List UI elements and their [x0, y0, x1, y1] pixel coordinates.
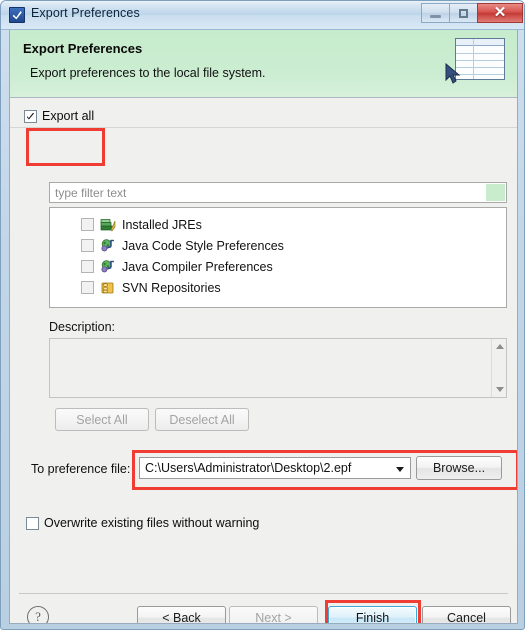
next-button[interactable]: Next > [229, 606, 318, 623]
filter-field[interactable]: type filter text [49, 182, 507, 203]
window-app-icon [9, 7, 25, 23]
cancel-button[interactable]: Cancel [422, 606, 511, 623]
maximize-button[interactable] [449, 3, 477, 23]
window-controls: ✕ [421, 3, 523, 23]
browse-button[interactable]: Browse... [416, 456, 502, 480]
tree-item-checkbox[interactable] [81, 260, 94, 273]
preferences-tree[interactable]: Installed JREs Java Code Style Preferenc… [49, 207, 507, 308]
section-divider [10, 127, 517, 128]
scroll-down-icon[interactable] [496, 387, 504, 392]
overwrite-label: Overwrite existing files without warning [44, 516, 260, 530]
back-button[interactable]: < Back [137, 606, 226, 623]
java-prefs-icon [100, 259, 116, 275]
tree-item-label: Installed JREs [122, 217, 202, 232]
deselect-all-button[interactable]: Deselect All [155, 408, 249, 431]
close-button[interactable]: ✕ [477, 3, 523, 23]
export-all-label: Export all [42, 109, 95, 123]
filter-clear-swatch[interactable] [486, 184, 505, 201]
annotation-export-all [26, 128, 105, 166]
overwrite-row[interactable]: Overwrite existing files without warning [26, 516, 259, 530]
export-all-row[interactable]: Export all [24, 109, 94, 123]
dialog-client-area: Export Preferences Export preferences to… [9, 30, 518, 624]
tree-item-checkbox[interactable] [81, 218, 94, 231]
title-bar: Export Preferences ✕ [1, 1, 524, 30]
description-box[interactable] [49, 338, 507, 398]
help-icon[interactable]: ? [27, 606, 49, 623]
export-spreadsheet-icon [445, 36, 507, 86]
dialog-window: Export Preferences ✕ Export Preferences … [0, 0, 525, 630]
jre-books-icon [100, 217, 116, 233]
tree-item-checkbox[interactable] [81, 239, 94, 252]
wizard-banner-title: Export Preferences [23, 41, 143, 56]
java-prefs-icon [100, 238, 116, 254]
tree-item-label: Java Code Style Preferences [122, 238, 284, 253]
close-icon: ✕ [493, 4, 507, 21]
svn-repository-icon [100, 280, 116, 296]
filter-input-placeholder[interactable]: type filter text [55, 186, 126, 200]
wizard-banner: Export Preferences Export preferences to… [10, 30, 517, 98]
export-all-checkbox[interactable] [24, 109, 37, 123]
preference-file-combo[interactable]: C:\Users\Administrator\Desktop\2.epf [139, 457, 411, 479]
wizard-banner-subtitle: Export preferences to the local file sys… [30, 66, 266, 80]
chevron-down-icon[interactable] [396, 467, 404, 472]
preference-file-value: C:\Users\Administrator\Desktop\2.epf [145, 461, 352, 475]
footer-separator [19, 593, 508, 594]
select-all-button[interactable]: Select All [55, 408, 149, 431]
tree-item[interactable]: SVN Repositories [50, 277, 506, 298]
preference-file-label: To preference file: [31, 462, 131, 476]
tree-item-checkbox[interactable] [81, 281, 94, 294]
tree-item[interactable]: Java Code Style Preferences [50, 235, 506, 256]
tree-item[interactable]: Installed JREs [50, 214, 506, 235]
overwrite-checkbox[interactable] [26, 516, 39, 530]
minimize-button[interactable] [421, 3, 449, 23]
tree-item[interactable]: Java Compiler Preferences [50, 256, 506, 277]
description-label: Description: [49, 320, 115, 334]
tree-item-label: SVN Repositories [122, 280, 221, 295]
window-title: Export Preferences [31, 6, 140, 20]
scroll-up-icon[interactable] [496, 344, 504, 349]
description-scrollbar[interactable] [491, 339, 506, 397]
tree-item-label: Java Compiler Preferences [122, 259, 273, 274]
finish-button[interactable]: Finish [328, 606, 417, 623]
